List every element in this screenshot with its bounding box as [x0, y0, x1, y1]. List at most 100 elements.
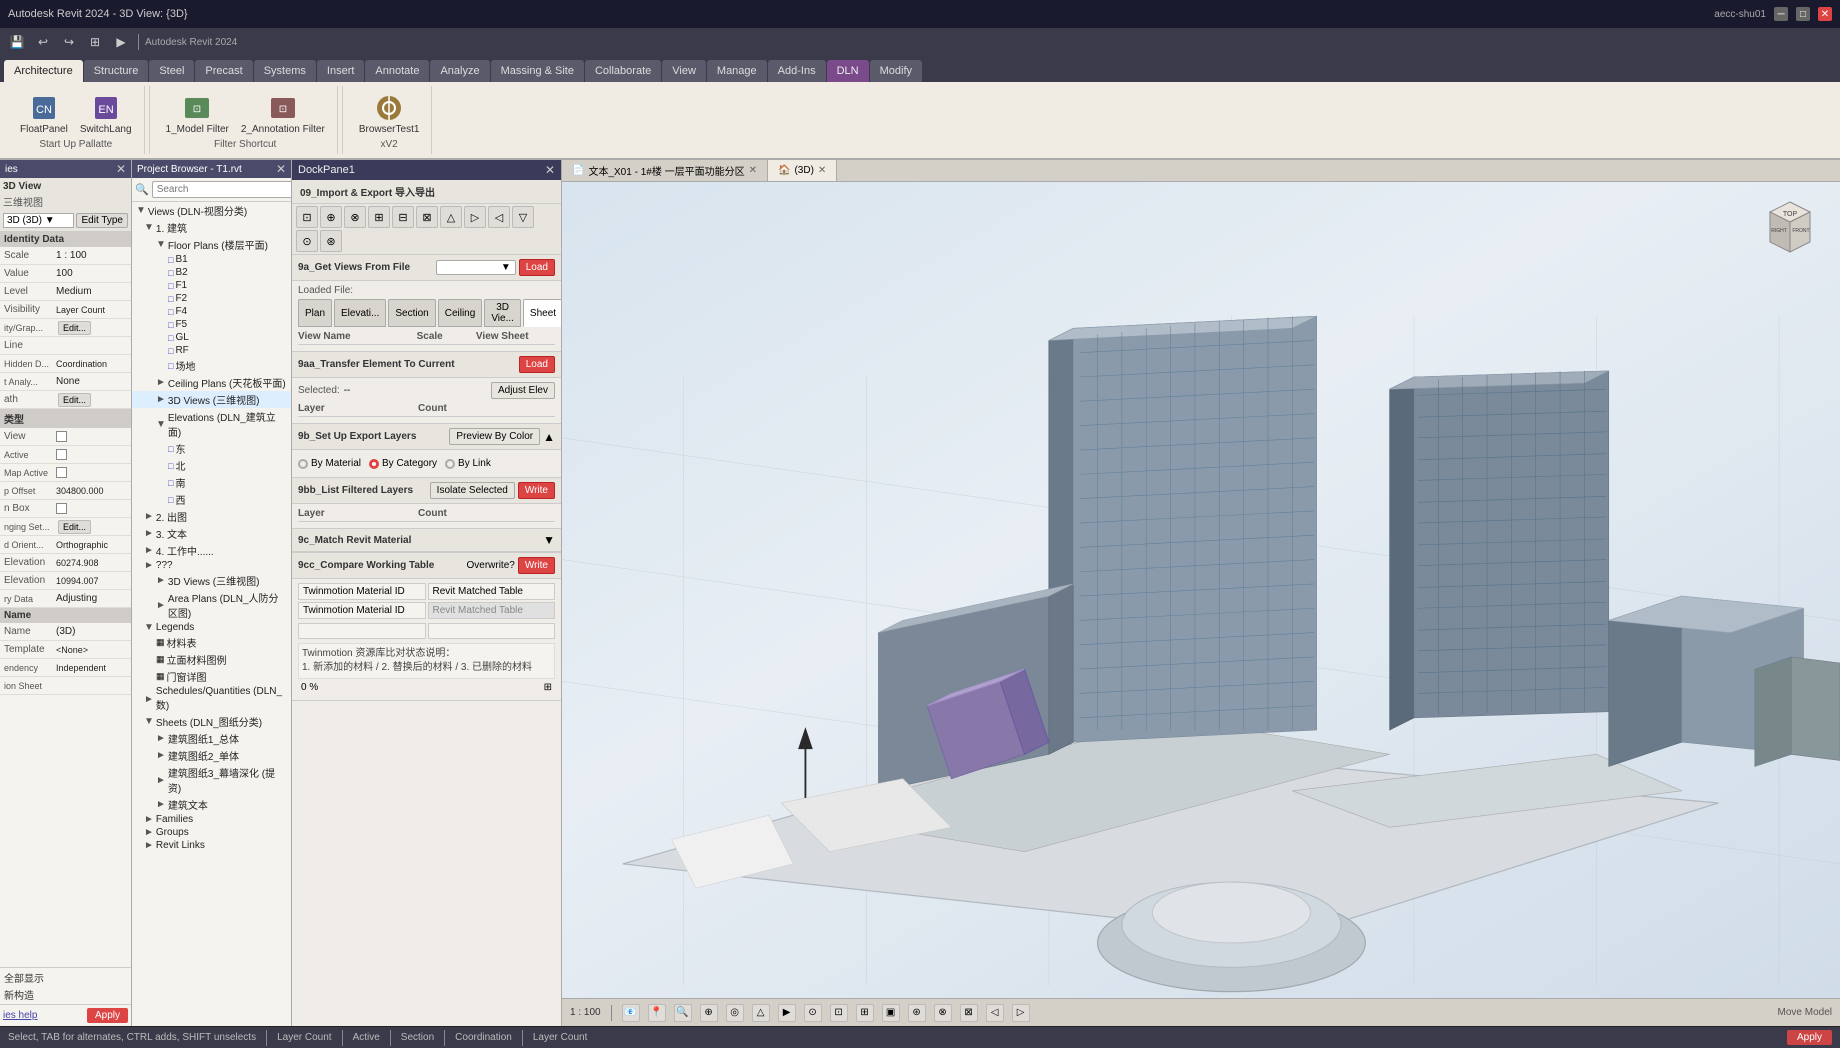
tree-item-2[interactable]: ►2. 出图 [132, 508, 291, 525]
vp-tool-grid[interactable]: ⊡ [830, 1004, 848, 1022]
vp-tool-pin[interactable]: 📍 [648, 1004, 666, 1022]
tab-manage[interactable]: Manage [707, 60, 767, 82]
dock-tool-10[interactable]: ▽ [512, 206, 534, 228]
new-button[interactable]: ⊞ [84, 31, 106, 53]
tab-plan[interactable]: Plan [298, 299, 332, 327]
tree-item-north[interactable]: □北 [132, 457, 291, 474]
dock-tool-12[interactable]: ⊛ [320, 230, 342, 252]
progress-expand[interactable]: ⊞ [544, 682, 552, 693]
tab-analyze[interactable]: Analyze [430, 60, 489, 82]
vp-tool-circle[interactable]: ◎ [726, 1004, 744, 1022]
view-checkbox[interactable] [56, 431, 67, 442]
tree-item-sheet4[interactable]: ►建筑文本 [132, 796, 291, 813]
map-active-checkbox[interactable] [56, 467, 67, 478]
tree-item-families[interactable]: ►Families [132, 813, 291, 826]
tree-item-floorplans[interactable]: ▼Floor Plans (楼层平面) [132, 236, 291, 253]
vp-tool-right[interactable]: ▷ [1012, 1004, 1030, 1022]
graphics-edit-button[interactable]: Edit... [58, 321, 91, 335]
tab-3dview[interactable]: 3D Vie... [484, 299, 521, 327]
apply-btn-bottom[interactable]: Apply [1787, 1030, 1832, 1045]
active-checkbox[interactable] [56, 449, 67, 460]
save-button[interactable]: 💾 [6, 31, 28, 53]
tree-item-rf[interactable]: □RF [132, 344, 291, 357]
tree-item-4[interactable]: ►4. 工作中...... [132, 542, 291, 559]
tab-section[interactable]: Section [388, 299, 435, 327]
tree-item-ceiling[interactable]: ►Ceiling Plans (天花板平面) [132, 374, 291, 391]
tab-addins[interactable]: Add-Ins [768, 60, 826, 82]
tree-item-south[interactable]: □南 [132, 474, 291, 491]
dock-tool-11[interactable]: ⊙ [296, 230, 318, 252]
minimize-button[interactable]: ─ [1774, 7, 1788, 21]
file-dropdown[interactable]: ▼ [436, 260, 516, 275]
annotation-filter-button[interactable]: ⊡ 2_Annotation Filter [237, 90, 329, 137]
tree-item-east[interactable]: □东 [132, 440, 291, 457]
floatpanel-button[interactable]: CN FloatPanel [16, 90, 72, 137]
tree-item-3dviews[interactable]: ►3D Views (三维视图) [132, 391, 291, 408]
radio-by-category[interactable]: By Category [369, 458, 437, 469]
vtab-plan[interactable]: 📄 文本_X01 - 1#楼 一层平面功能分区 ✕ [562, 160, 768, 181]
tree-item-elevations[interactable]: ▼Elevations (DLN_建筑立面) [132, 408, 291, 440]
dock-tool-4[interactable]: ⊞ [368, 206, 390, 228]
vtab-3d[interactable]: 🏠 (3D) ✕ [768, 160, 837, 181]
adjust-elev-button[interactable]: Adjust Elev [491, 382, 555, 399]
tree-item-arch[interactable]: ▼1. 建筑 [132, 219, 291, 236]
section-9cc-header[interactable]: 9cc_Compare Working Table Overwrite? Wri… [292, 553, 561, 579]
tree-item-qqq[interactable]: ►??? [132, 559, 291, 572]
dock-tool-9[interactable]: ◁ [488, 206, 510, 228]
model-filter-button[interactable]: ⊡ 1_Model Filter [162, 90, 233, 137]
preview-color-button[interactable]: Preview By Color [449, 428, 540, 445]
vtab-plan-close[interactable]: ✕ [749, 165, 757, 176]
vp-tool-dot[interactable]: ⊙ [804, 1004, 822, 1022]
dock-tool-8[interactable]: ▷ [464, 206, 486, 228]
vp-tool-left[interactable]: ◁ [986, 1004, 1004, 1022]
tab-massing[interactable]: Massing & Site [491, 60, 584, 82]
vp-tool-play[interactable]: ▶ [778, 1004, 796, 1022]
tree-item-schedules[interactable]: ►Schedules/Quantities (DLN_数) [132, 685, 291, 713]
isolate-selected-button[interactable]: Isolate Selected [430, 482, 515, 499]
vp-tool-x[interactable]: ⊗ [934, 1004, 952, 1022]
section-9aa-header[interactable]: 9aa_Transfer Element To Current Load [292, 352, 561, 378]
tab-collaborate[interactable]: Collaborate [585, 60, 661, 82]
tab-dln[interactable]: DLN [827, 60, 869, 82]
vp-tool-star[interactable]: ⊛ [908, 1004, 926, 1022]
properties-close-button[interactable]: ✕ [116, 162, 126, 176]
tree-item-facade-material[interactable]: ▦立面材料图例 [132, 651, 291, 668]
viewport-area[interactable]: TOP FRONT RIGHT [562, 182, 1840, 998]
section-9bb-header[interactable]: 9bb_List Filtered Layers Isolate Selecte… [292, 478, 561, 504]
vp-tool-box[interactable]: ⊞ [856, 1004, 874, 1022]
section-9a-header[interactable]: 9a_Get Views From File ▼ Load [292, 255, 561, 281]
tree-item-sheets[interactable]: ▼Sheets (DLN_图纸分类) [132, 713, 291, 730]
vtab-3d-close[interactable]: ✕ [818, 165, 826, 176]
vp-tool-plus[interactable]: ⊕ [700, 1004, 718, 1022]
tree-item-site[interactable]: □场地 [132, 357, 291, 374]
vp-tool-zoom[interactable]: 🔍 [674, 1004, 692, 1022]
view-type-dropdown[interactable]: 3D (3D) ▼ [3, 213, 74, 228]
tab-systems[interactable]: Systems [254, 60, 316, 82]
close-button[interactable]: ✕ [1818, 7, 1832, 21]
edit-type-button[interactable]: Edit Type [76, 213, 128, 228]
undo-button[interactable]: ↩ [32, 31, 54, 53]
load-button-9a[interactable]: Load [519, 259, 555, 276]
nging-edit-button[interactable]: Edit... [58, 520, 91, 534]
vp-tool-rect[interactable]: ▣ [882, 1004, 900, 1022]
maximize-button[interactable]: □ [1796, 7, 1810, 21]
vp-tool-email[interactable]: 📧 [622, 1004, 640, 1022]
browsertest-button[interactable]: BrowserTest1 [355, 90, 424, 137]
tree-item-sheet1[interactable]: ►建筑图纸1_总体 [132, 730, 291, 747]
tab-annotate[interactable]: Annotate [365, 60, 429, 82]
tab-structure[interactable]: Structure [84, 60, 149, 82]
switchlang-button[interactable]: EN SwitchLang [76, 90, 136, 137]
tree-item-groups[interactable]: ►Groups [132, 826, 291, 839]
dock-tool-3[interactable]: ⊗ [344, 206, 366, 228]
tree-item-revit-links[interactable]: ►Revit Links [132, 839, 291, 852]
tree-item-b2[interactable]: □B2 [132, 266, 291, 279]
tree-item-3dviews2[interactable]: ►3D Views (三维视图) [132, 572, 291, 589]
dock-tool-6[interactable]: ⊠ [416, 206, 438, 228]
tree-item-f2[interactable]: □F2 [132, 292, 291, 305]
tab-view[interactable]: View [662, 60, 706, 82]
tab-elevati[interactable]: Elevati... [334, 299, 386, 327]
section-9c-header[interactable]: 9c_Match Revit Material ▼ [292, 529, 561, 552]
tree-item-west[interactable]: □西 [132, 491, 291, 508]
dock-panel-close[interactable]: ✕ [545, 163, 555, 177]
tree-item-door-window[interactable]: ▦门窗详图 [132, 668, 291, 685]
